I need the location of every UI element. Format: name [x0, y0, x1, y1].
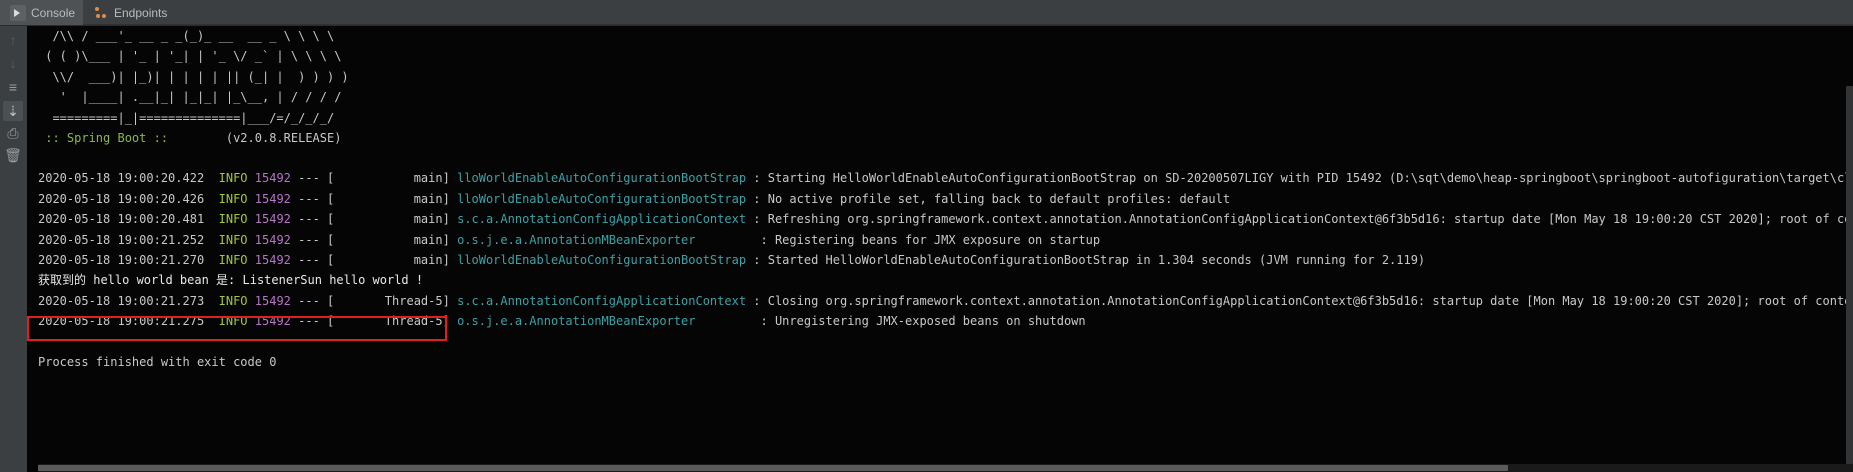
log-logger: o.s.j.e.a.AnnotationMBeanExporter: [457, 233, 754, 247]
log-message: : Refreshing org.springframework.context…: [746, 212, 1853, 226]
tool-window-tabbar: Console Endpoints: [0, 0, 1853, 25]
banner-line: \\/ ___)| |_)| | | | | || (_| | ) ) ) ): [38, 70, 349, 84]
log-timestamp: 2020-05-18 19:00:20.481: [38, 212, 205, 226]
log-pid: 15492: [254, 233, 291, 247]
program-output-line: 获取到的 hello world bean 是: ListenerSun hel…: [38, 273, 424, 287]
log-message: : Starting HelloWorldEnableAutoConfigura…: [746, 171, 1853, 185]
log-line: 2020-05-18 19:00:20.426 INFO 15492 --- […: [38, 189, 1230, 209]
log-level: INFO: [218, 192, 248, 206]
log-thread: --- [ main]: [290, 212, 458, 226]
banner-line: /\\ / ___'_ __ _ _(_)_ __ __ _ \ \ \ \: [38, 29, 335, 43]
tab-endpoints-label: Endpoints: [114, 5, 168, 20]
log-message: : Started HelloWorldEnableAutoConfigurat…: [746, 253, 1426, 267]
log-line: 2020-05-18 19:00:21.270 INFO 15492 --- […: [38, 250, 1425, 270]
log-timestamp: 2020-05-18 19:00:20.426: [38, 192, 205, 206]
log-timestamp: 2020-05-18 19:00:20.422: [38, 171, 205, 185]
banner-line: =========|_|==============|___/=/_/_/_/: [38, 111, 335, 125]
console-icon: [10, 4, 26, 21]
banner-line: ' |____| .__|_| |_|_| |_\__, | / / / /: [38, 90, 342, 104]
endpoints-icon: [93, 5, 109, 21]
arrow-up-icon[interactable]: ↑: [3, 30, 23, 50]
spring-boot-version-line: :: Spring Boot :: (v2.0.8.RELEASE): [38, 128, 341, 148]
exit-code-line: Process finished with exit code 0: [38, 355, 277, 369]
log-timestamp: 2020-05-18 19:00:21.273: [38, 294, 205, 308]
log-level: INFO: [218, 212, 248, 226]
tab-endpoints[interactable]: Endpoints: [93, 0, 173, 25]
tab-console-label: Console: [31, 5, 76, 20]
log-level: INFO: [218, 171, 248, 185]
log-level: INFO: [218, 314, 248, 328]
log-timestamp: 2020-05-18 19:00:21.270: [38, 253, 205, 267]
log-logger: lloWorldEnableAutoConfigurationBootStrap: [457, 171, 747, 185]
soft-wrap-icon[interactable]: ≡: [3, 77, 23, 97]
print-icon[interactable]: ⎙: [3, 123, 23, 143]
horizontal-scrollbar-thumb[interactable]: [38, 465, 1508, 471]
log-logger: lloWorldEnableAutoConfigurationBootStrap: [457, 253, 747, 267]
spring-boot-label: :: Spring Boot ::: [38, 131, 176, 145]
log-pid: 15492: [254, 212, 291, 226]
log-line: 2020-05-18 19:00:21.275 INFO 15492 --- […: [38, 311, 1086, 331]
log-message: : No active profile set, falling back to…: [746, 192, 1231, 206]
console-toolbar: ↑ ↓ ≡ ⇣ ⎙ 🗑: [0, 26, 27, 472]
scroll-to-end-icon[interactable]: ⇣: [3, 101, 23, 121]
log-line: 2020-05-18 19:00:20.422 INFO 15492 --- […: [38, 168, 1853, 188]
log-message: : Registering beans for JMX exposure on …: [753, 233, 1101, 247]
log-thread: --- [ Thread-5]: [290, 294, 458, 308]
log-level: INFO: [218, 253, 248, 267]
log-pid: 15492: [254, 192, 291, 206]
log-level: INFO: [218, 294, 248, 308]
log-pid: 15492: [254, 314, 291, 328]
clear-all-icon[interactable]: 🗑: [3, 145, 23, 165]
log-logger: s.c.a.AnnotationConfigApplicationContext: [457, 212, 747, 226]
log-thread: --- [ main]: [290, 253, 458, 267]
log-pid: 15492: [254, 294, 291, 308]
log-thread: --- [ main]: [290, 233, 458, 247]
log-timestamp: 2020-05-18 19:00:21.252: [38, 233, 205, 247]
log-thread: --- [ Thread-5]: [290, 314, 458, 328]
log-timestamp: 2020-05-18 19:00:21.275: [38, 314, 205, 328]
log-level: INFO: [218, 233, 248, 247]
arrow-down-icon[interactable]: ↓: [3, 53, 23, 73]
log-thread: --- [ main]: [290, 192, 458, 206]
console-output[interactable]: /\\ / ___'_ __ _ _(_)_ __ __ _ \ \ \ \ (…: [27, 26, 1853, 472]
log-logger: s.c.a.AnnotationConfigApplicationContext: [457, 294, 747, 308]
log-pid: 15492: [254, 253, 291, 267]
spring-boot-version: (v2.0.8.RELEASE): [175, 131, 342, 145]
log-message: : Closing org.springframework.context.an…: [746, 294, 1853, 308]
log-logger: o.s.j.e.a.AnnotationMBeanExporter: [457, 314, 754, 328]
log-message: : Unregistering JMX-exposed beans on shu…: [753, 314, 1086, 328]
log-logger: lloWorldEnableAutoConfigurationBootStrap: [457, 192, 747, 206]
tab-console[interactable]: Console: [0, 0, 83, 25]
log-thread: --- [ main]: [290, 171, 458, 185]
vertical-scrollbar-thumb[interactable]: [1846, 86, 1853, 464]
log-line: 2020-05-18 19:00:21.252 INFO 15492 --- […: [38, 230, 1100, 250]
banner-line: ( ( )\___ | '_ | '_| | '_ \/ _` | \ \ \ …: [38, 49, 342, 63]
log-line: 2020-05-18 19:00:20.481 INFO 15492 --- […: [38, 209, 1853, 229]
log-pid: 15492: [254, 171, 291, 185]
log-line: 2020-05-18 19:00:21.273 INFO 15492 --- […: [38, 291, 1853, 311]
